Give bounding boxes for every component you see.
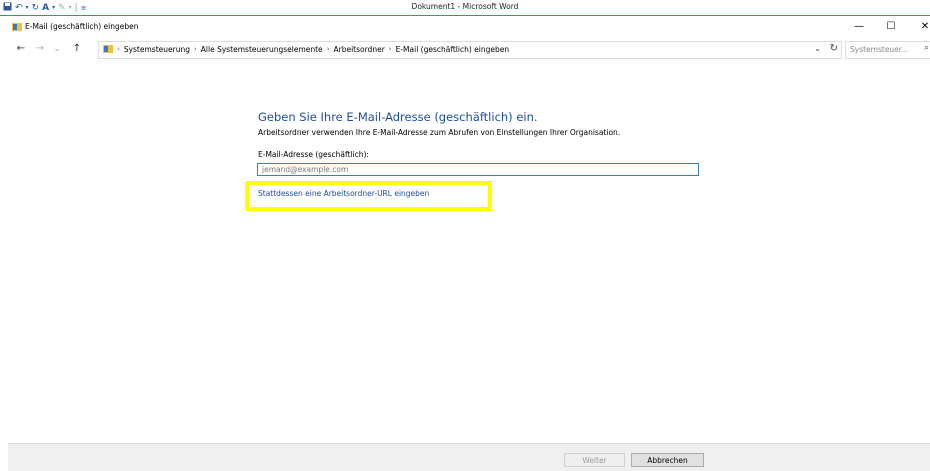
word-title-bar: ↶ ▾ ↻ A ▾ ✎ ▾ | ≡ Dokument1 - Microsoft … bbox=[0, 0, 930, 16]
breadcrumb: › Systemsteuerung › Alle Systemsteuerung… bbox=[103, 44, 509, 54]
chevron-right-icon[interactable]: › bbox=[327, 45, 330, 53]
chevron-right-icon[interactable]: › bbox=[389, 45, 392, 53]
maximize-button[interactable]: ☐ bbox=[880, 20, 902, 34]
navigation-bar: ← → ⌄ ↑ › Systemsteuerung › Alle Systems… bbox=[0, 38, 930, 60]
button-bar: Weiter Abbrechen bbox=[8, 443, 930, 471]
page-description: Arbeitsordner verwenden Ihre E-Mail-Adre… bbox=[258, 128, 621, 137]
window-title-bar: E-Mail (geschäftlich) eingeben — ☐ ✕ bbox=[0, 16, 930, 38]
word-window-title: Dokument1 - Microsoft Word bbox=[411, 2, 519, 11]
refresh-icon[interactable]: ↻ bbox=[830, 43, 838, 54]
window-title: E-Mail (geschäftlich) eingeben bbox=[25, 22, 139, 31]
breadcrumb-item-systemsteuerung[interactable]: Systemsteuerung bbox=[124, 45, 190, 54]
chevron-right-icon[interactable]: › bbox=[194, 45, 197, 53]
minimize-button[interactable]: — bbox=[848, 20, 870, 34]
address-bar[interactable]: › Systemsteuerung › Alle Systemsteuerung… bbox=[98, 41, 842, 59]
page-title: Geben Sie Ihre E-Mail-Adresse (geschäftl… bbox=[258, 110, 538, 124]
chevron-right-icon: › bbox=[117, 45, 120, 53]
search-box[interactable]: Systemsteuer... ⌕ bbox=[845, 41, 930, 59]
recent-locations-icon[interactable]: ⌄ bbox=[50, 42, 64, 56]
address-dropdown-icon[interactable]: ⌄ bbox=[814, 44, 821, 53]
email-field-label: E-Mail-Adresse (geschäftlich): bbox=[258, 150, 369, 159]
breadcrumb-item-email[interactable]: E-Mail (geschäftlich) eingeben bbox=[396, 45, 510, 54]
up-arrow-icon[interactable]: ↑ bbox=[70, 42, 84, 56]
forward-arrow-icon[interactable]: → bbox=[33, 42, 47, 56]
next-button[interactable]: Weiter bbox=[564, 453, 625, 467]
main-content: Geben Sie Ihre E-Mail-Adresse (geschäftl… bbox=[0, 60, 930, 443]
breadcrumb-item-arbeitsordner[interactable]: Arbeitsordner bbox=[334, 45, 385, 54]
close-button[interactable]: ✕ bbox=[914, 20, 930, 34]
control-panel-icon bbox=[12, 22, 22, 32]
email-field[interactable] bbox=[257, 163, 699, 176]
control-panel-icon bbox=[103, 44, 113, 54]
back-arrow-icon[interactable]: ← bbox=[14, 42, 28, 56]
breadcrumb-item-alle-elemente[interactable]: Alle Systemsteuerungselemente bbox=[201, 45, 323, 54]
cancel-button[interactable]: Abbrechen bbox=[631, 453, 704, 467]
search-placeholder: Systemsteuer... bbox=[850, 45, 909, 54]
search-icon[interactable]: ⌕ bbox=[924, 43, 929, 53]
enter-url-link[interactable]: Stattdessen eine Arbeitsordner-URL einge… bbox=[258, 189, 429, 198]
